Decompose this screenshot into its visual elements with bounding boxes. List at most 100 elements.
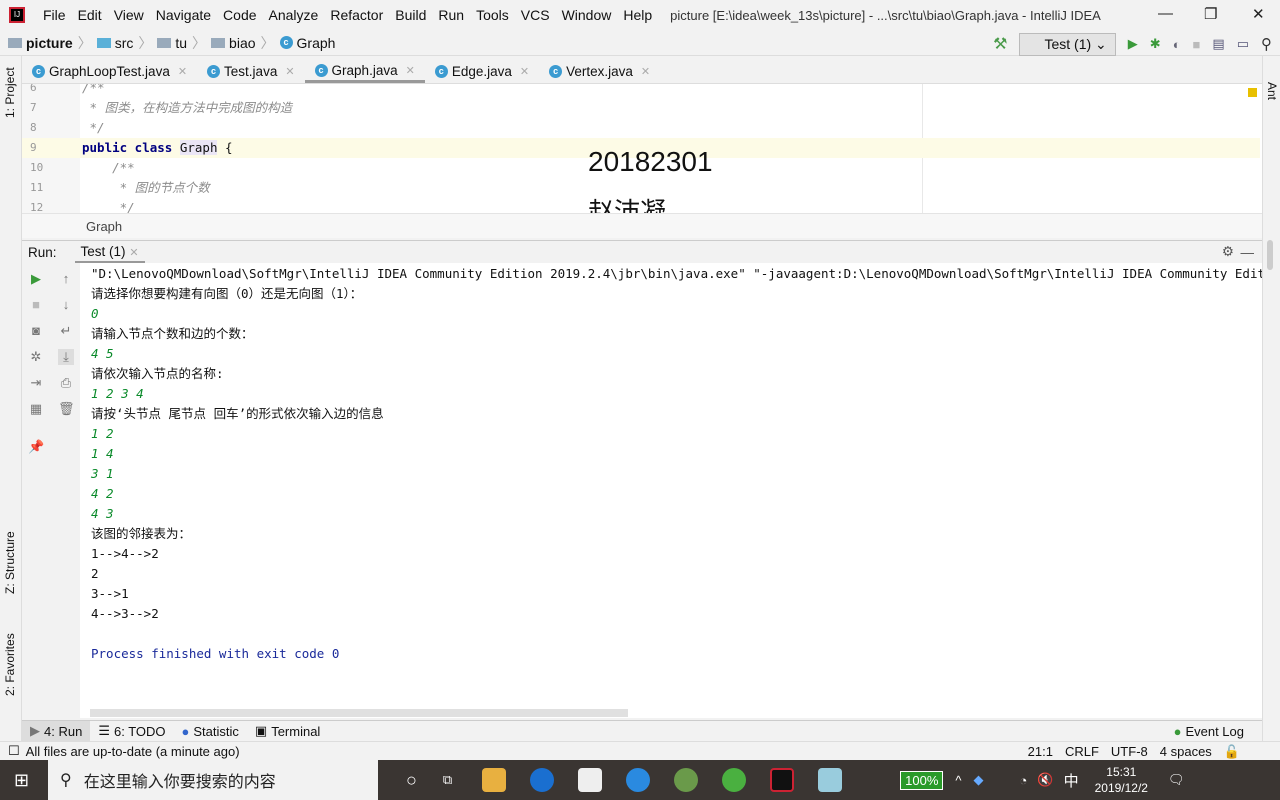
menu-view[interactable]: View bbox=[108, 7, 150, 23]
ime-indicator[interactable]: 中 bbox=[1064, 770, 1079, 791]
network-icon[interactable]: ◔ bbox=[1020, 773, 1028, 788]
overlay-student-id: 20182301 bbox=[588, 146, 713, 177]
close-tab-icon[interactable]: ✕ bbox=[178, 65, 187, 78]
tab-vertex[interactable]: c Vertex.java ✕ bbox=[539, 60, 660, 83]
edge-browser-icon[interactable] bbox=[530, 768, 555, 792]
run-tab-test[interactable]: Test (1) ✕ bbox=[74, 241, 145, 264]
hide-panel-icon[interactable]: — bbox=[1241, 245, 1255, 260]
layout-icon[interactable]: ▦ bbox=[28, 401, 44, 417]
coverage-icon[interactable]: ◐ bbox=[1173, 37, 1181, 52]
lock-icon[interactable]: 🔓 bbox=[1224, 744, 1240, 760]
build-hammer-icon[interactable]: ⚒ bbox=[993, 34, 1007, 54]
stop-icon[interactable]: ■ bbox=[28, 297, 44, 313]
close-tab-icon[interactable]: ✕ bbox=[285, 65, 294, 78]
menu-run[interactable]: Run bbox=[432, 7, 470, 23]
tool-tab-run[interactable]: ▶ 4: Run bbox=[22, 720, 91, 742]
file-explorer-icon[interactable] bbox=[482, 768, 507, 792]
horizontal-scrollbar[interactable] bbox=[90, 709, 628, 717]
run-configuration-select[interactable]: Test (1) ⌄ bbox=[1019, 32, 1116, 56]
close-tab-icon[interactable]: ✕ bbox=[641, 65, 650, 78]
status-message: All files are up-to-date (a minute ago) bbox=[25, 743, 240, 759]
scroll-to-end-icon[interactable]: ⤓ bbox=[58, 349, 74, 365]
crumb-project[interactable]: picture bbox=[8, 35, 73, 51]
tool-tab-todo[interactable]: ☰ 6: TODO bbox=[90, 721, 173, 742]
login-icon[interactable]: ⇥ bbox=[28, 375, 44, 391]
volume-muted-icon[interactable]: 🔇 bbox=[1037, 772, 1053, 788]
caret-position[interactable]: 21:1 bbox=[1028, 744, 1053, 760]
stop-icon[interactable]: ■ bbox=[1193, 37, 1201, 52]
notepad-icon[interactable] bbox=[818, 768, 843, 792]
battery-indicator[interactable]: 100% bbox=[900, 770, 944, 790]
up-arrow-icon[interactable]: ↑ bbox=[58, 271, 74, 287]
taskbar-search-box[interactable]: ⚲ 在这里输入你要搜索的内容 bbox=[48, 760, 378, 800]
tab-edge[interactable]: c Edge.java ✕ bbox=[425, 60, 539, 83]
debug-icon[interactable]: ✱ bbox=[1150, 36, 1161, 52]
settings-gear-icon[interactable]: ⚙ bbox=[1222, 244, 1234, 260]
line-separator[interactable]: CRLF bbox=[1065, 744, 1099, 760]
wechat-icon[interactable] bbox=[722, 768, 747, 792]
close-tab-icon[interactable]: ✕ bbox=[520, 65, 529, 78]
menu-vcs[interactable]: VCS bbox=[515, 7, 556, 23]
task-view-icon[interactable]: ⧉ bbox=[443, 772, 452, 788]
restore-button[interactable]: ❐ bbox=[1204, 5, 1217, 23]
tab-test[interactable]: c Test.java ✕ bbox=[197, 60, 305, 83]
clock[interactable]: 15:31 2019/12/2 bbox=[1095, 764, 1148, 796]
vertical-scrollbar[interactable] bbox=[1267, 240, 1273, 270]
camera-icon[interactable]: ◙ bbox=[28, 323, 44, 339]
project-tool-button[interactable]: 1: Project bbox=[3, 67, 17, 118]
down-arrow-icon[interactable]: ↓ bbox=[58, 297, 74, 313]
notification-icon[interactable]: 🗨 bbox=[1168, 772, 1185, 788]
structure-tool-button[interactable]: Z: Structure bbox=[3, 531, 17, 594]
android-studio-icon[interactable] bbox=[674, 768, 699, 792]
editor-breadcrumb[interactable]: Graph bbox=[22, 213, 1262, 238]
warning-marker-icon[interactable] bbox=[1248, 88, 1257, 97]
intellij-taskbar-icon[interactable] bbox=[770, 768, 795, 792]
terminal-window-icon[interactable]: ▭ bbox=[1237, 36, 1249, 52]
rerun-icon[interactable]: ▶ bbox=[28, 271, 44, 287]
menu-window[interactable]: Window bbox=[556, 7, 618, 23]
trash-icon[interactable]: 🗑 bbox=[58, 401, 75, 417]
close-tab-icon[interactable]: ✕ bbox=[406, 64, 415, 77]
menu-refactor[interactable]: Refactor bbox=[324, 7, 389, 23]
minimize-button[interactable]: — bbox=[1158, 5, 1173, 22]
menu-analyze[interactable]: Analyze bbox=[263, 7, 325, 23]
pin-icon[interactable]: 📌 bbox=[28, 439, 44, 455]
ant-tool-button[interactable]: Ant bbox=[1265, 82, 1279, 100]
project-folder-icon bbox=[8, 37, 22, 48]
crumb-src[interactable]: src bbox=[96, 35, 133, 51]
cortana-icon[interactable]: ○ bbox=[406, 770, 417, 791]
run-icon[interactable]: ▶ bbox=[1128, 36, 1138, 52]
menu-edit[interactable]: Edit bbox=[72, 7, 108, 23]
print-icon[interactable]: ⎙ bbox=[58, 375, 74, 391]
cube-app-icon[interactable]: ◆ bbox=[974, 772, 984, 788]
crumb-biao[interactable]: biao bbox=[211, 35, 256, 51]
tab-graphlooptest[interactable]: c GraphLoopTest.java ✕ bbox=[22, 60, 197, 83]
project-structure-icon[interactable]: ▤ bbox=[1212, 36, 1224, 52]
tool-tab-statistic[interactable]: ● Statistic bbox=[174, 721, 247, 742]
menu-navigate[interactable]: Navigate bbox=[150, 7, 217, 23]
close-button[interactable]: ✕ bbox=[1252, 5, 1265, 23]
file-encoding[interactable]: UTF-8 bbox=[1111, 744, 1148, 760]
mail-icon[interactable] bbox=[578, 768, 603, 792]
event-log-button[interactable]: ● Event Log bbox=[1166, 721, 1252, 742]
debug-settings-icon[interactable]: ✲ bbox=[28, 349, 44, 365]
menu-tools[interactable]: Tools bbox=[470, 7, 515, 23]
status-square-icon[interactable]: ☐ bbox=[8, 743, 20, 759]
l-app-icon[interactable] bbox=[626, 768, 651, 792]
crumb-tu[interactable]: tu bbox=[157, 35, 187, 51]
chevron-up-icon[interactable]: ^ bbox=[955, 773, 961, 788]
soft-wrap-icon[interactable]: ↵ bbox=[58, 323, 74, 339]
menu-build[interactable]: Build bbox=[389, 7, 432, 23]
favorites-tool-button[interactable]: 2: Favorites bbox=[3, 633, 17, 696]
menu-file[interactable]: File bbox=[37, 7, 72, 23]
menu-code[interactable]: Code bbox=[217, 7, 262, 23]
menu-help[interactable]: Help bbox=[617, 7, 658, 23]
tab-graph[interactable]: c Graph.java ✕ bbox=[304, 60, 425, 83]
close-tab-icon[interactable]: ✕ bbox=[129, 247, 138, 259]
windows-start-icon[interactable]: ⊞ bbox=[14, 770, 29, 791]
crumb-graph[interactable]: c Graph bbox=[279, 35, 335, 51]
indent-setting[interactable]: 4 spaces bbox=[1160, 744, 1212, 760]
search-icon[interactable]: ⚲ bbox=[1261, 35, 1272, 53]
console-output[interactable]: "D:\LenovoQMDownload\SoftMgr\IntelliJ ID… bbox=[80, 263, 1262, 718]
tool-tab-terminal[interactable]: ▣ Terminal bbox=[247, 721, 328, 742]
